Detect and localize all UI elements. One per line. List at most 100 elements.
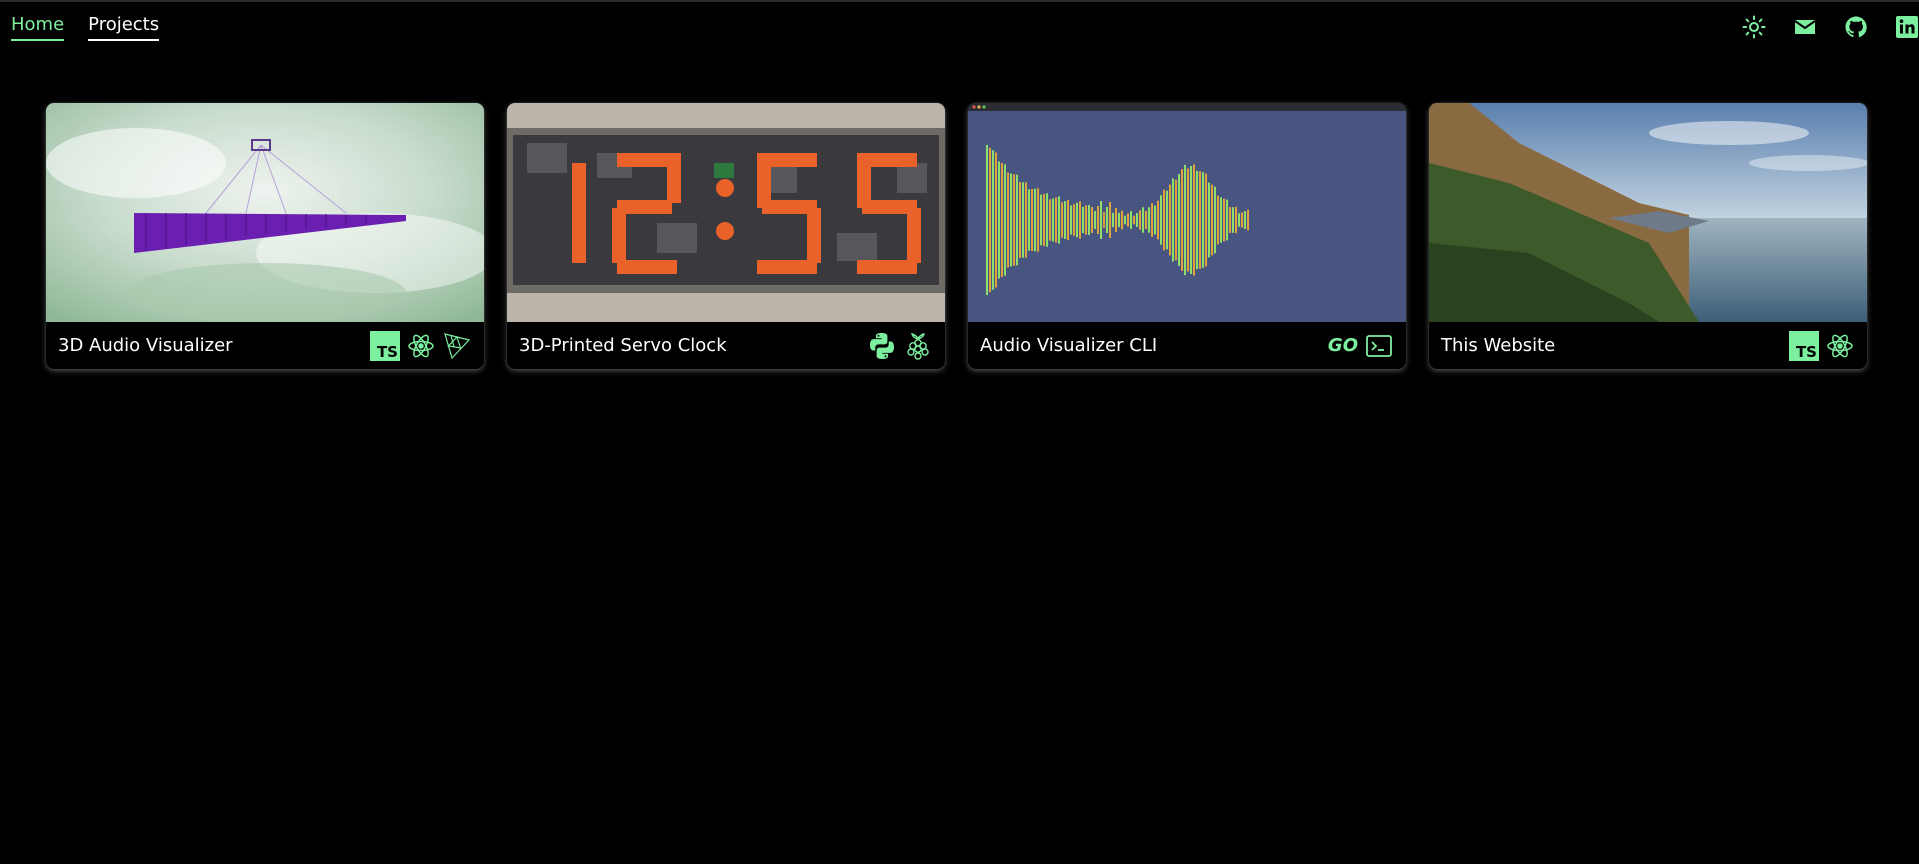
waveform-bar <box>1145 210 1147 230</box>
waveform-bar <box>1232 207 1234 233</box>
waveform-bar <box>1178 174 1180 266</box>
waveform-bar <box>1118 212 1120 228</box>
waveform-bar <box>1193 164 1195 276</box>
waveform-bar <box>1016 174 1018 266</box>
waveform-bar <box>992 150 994 290</box>
waveform-bar <box>1130 211 1132 229</box>
react-icon <box>406 331 436 361</box>
project-title: This Website <box>1441 335 1556 356</box>
waveform-bar <box>986 145 988 295</box>
waveform-bar <box>1214 186 1216 254</box>
go-icon: GO <box>1327 335 1358 356</box>
waveform-bar <box>1205 173 1207 267</box>
project-card-servo-clock[interactable]: 3D-Printed Servo Clock <box>507 103 945 369</box>
header-actions <box>1741 14 1919 40</box>
waveform-bar <box>1097 206 1099 234</box>
project-thumbnail <box>507 103 945 322</box>
waveform-bar <box>1055 197 1057 243</box>
project-meta: 3D-Printed Servo Clock <box>507 322 945 369</box>
waveform-bar <box>1001 163 1003 277</box>
waveform-bar <box>1106 207 1108 233</box>
waveform-bar <box>1202 172 1204 268</box>
waveform-bar <box>998 161 1000 279</box>
waveform-bar <box>1010 173 1012 267</box>
waveform-bar <box>1070 205 1072 235</box>
waveform-bar <box>1238 213 1240 227</box>
waveform-bar <box>1082 206 1084 234</box>
waveform-bar <box>1025 182 1027 258</box>
waveform-bar <box>1133 215 1135 225</box>
nav-projects[interactable]: Projects <box>88 14 160 41</box>
typescript-icon: TS <box>370 330 400 361</box>
waveform-bar <box>1199 171 1201 269</box>
waveform-bar <box>1235 206 1237 234</box>
waveform-bar <box>1139 210 1141 230</box>
project-thumbnail <box>46 103 484 322</box>
waveform-bar <box>1043 193 1045 247</box>
waveform-bar <box>1241 212 1243 228</box>
github-icon[interactable] <box>1843 14 1868 40</box>
project-card-3d-audio-visualizer[interactable]: 3D Audio Visualizer TS <box>46 103 484 369</box>
tech-stack: TS <box>370 330 472 361</box>
waveform-bar <box>1184 164 1186 276</box>
projects-grid: 3D Audio Visualizer TS 3D-Printed Servo … <box>46 103 1867 369</box>
waveform-bar <box>1007 172 1009 268</box>
terminal-icon <box>1364 331 1394 361</box>
waveform-bar <box>1058 196 1060 244</box>
waveform-bar <box>1088 205 1090 235</box>
waveform-bar <box>1034 188 1036 252</box>
waveform-bar <box>1166 190 1168 250</box>
raspberry-pi-icon <box>903 331 933 361</box>
waveform-bar <box>1217 195 1219 245</box>
project-thumbnail <box>968 103 1406 322</box>
waveform-bar <box>1049 199 1051 241</box>
sun-icon[interactable] <box>1741 14 1766 40</box>
project-title: 3D-Printed Servo Clock <box>519 335 727 356</box>
waveform-bar <box>1103 212 1105 228</box>
react-icon <box>1825 331 1855 361</box>
project-card-this-website[interactable]: This Website TS <box>1429 103 1867 369</box>
linkedin-icon[interactable] <box>1894 14 1919 40</box>
waveform-bar <box>1073 204 1075 236</box>
nav-home[interactable]: Home <box>11 14 65 41</box>
waveform-bar <box>1226 199 1228 241</box>
waveform-bar <box>1013 174 1015 266</box>
waveform-bar <box>1136 213 1138 227</box>
waveform-bar <box>1031 189 1033 251</box>
project-meta: Audio Visualizer CLI GO <box>968 322 1406 369</box>
waveform-bar <box>1127 213 1129 227</box>
waveform-bar <box>1223 198 1225 242</box>
waveform-bar <box>1112 213 1114 227</box>
waveform-bar <box>1124 215 1126 225</box>
waveform-bar <box>1181 169 1183 271</box>
waveform-bar <box>1022 182 1024 258</box>
threejs-icon <box>442 331 472 361</box>
waveform-bar <box>995 152 997 288</box>
python-icon <box>867 331 897 361</box>
waveform-bar <box>1040 194 1042 246</box>
waveform-bar <box>1244 211 1246 229</box>
waveform-bar <box>1175 179 1177 261</box>
project-card-audio-visualizer-cli[interactable]: Audio Visualizer CLI GO <box>968 103 1406 369</box>
waveform-bar <box>1109 202 1111 238</box>
waveform-bar <box>1079 201 1081 239</box>
mail-icon[interactable] <box>1792 14 1817 40</box>
waveform-bar <box>1229 207 1231 233</box>
waveform-bar <box>1085 205 1087 235</box>
waveform-bar <box>1142 207 1144 233</box>
waveform-bar <box>1220 197 1222 243</box>
waveform-bar <box>1148 207 1150 233</box>
top-border <box>0 0 1919 2</box>
waveform-bar <box>1028 189 1030 251</box>
waveform-bar <box>1100 201 1102 239</box>
waveform-bar <box>1196 170 1198 270</box>
waveform-bar <box>1052 198 1054 242</box>
waveform-bar <box>1169 184 1171 256</box>
waveform-bar <box>1154 205 1156 235</box>
waveform-bar <box>1247 209 1249 231</box>
waveform-bar <box>989 147 991 293</box>
waveform-bar <box>1157 200 1159 240</box>
waveform-bar <box>1037 188 1039 252</box>
waveform-bar <box>1064 201 1066 239</box>
waveform-bar <box>1151 203 1153 237</box>
